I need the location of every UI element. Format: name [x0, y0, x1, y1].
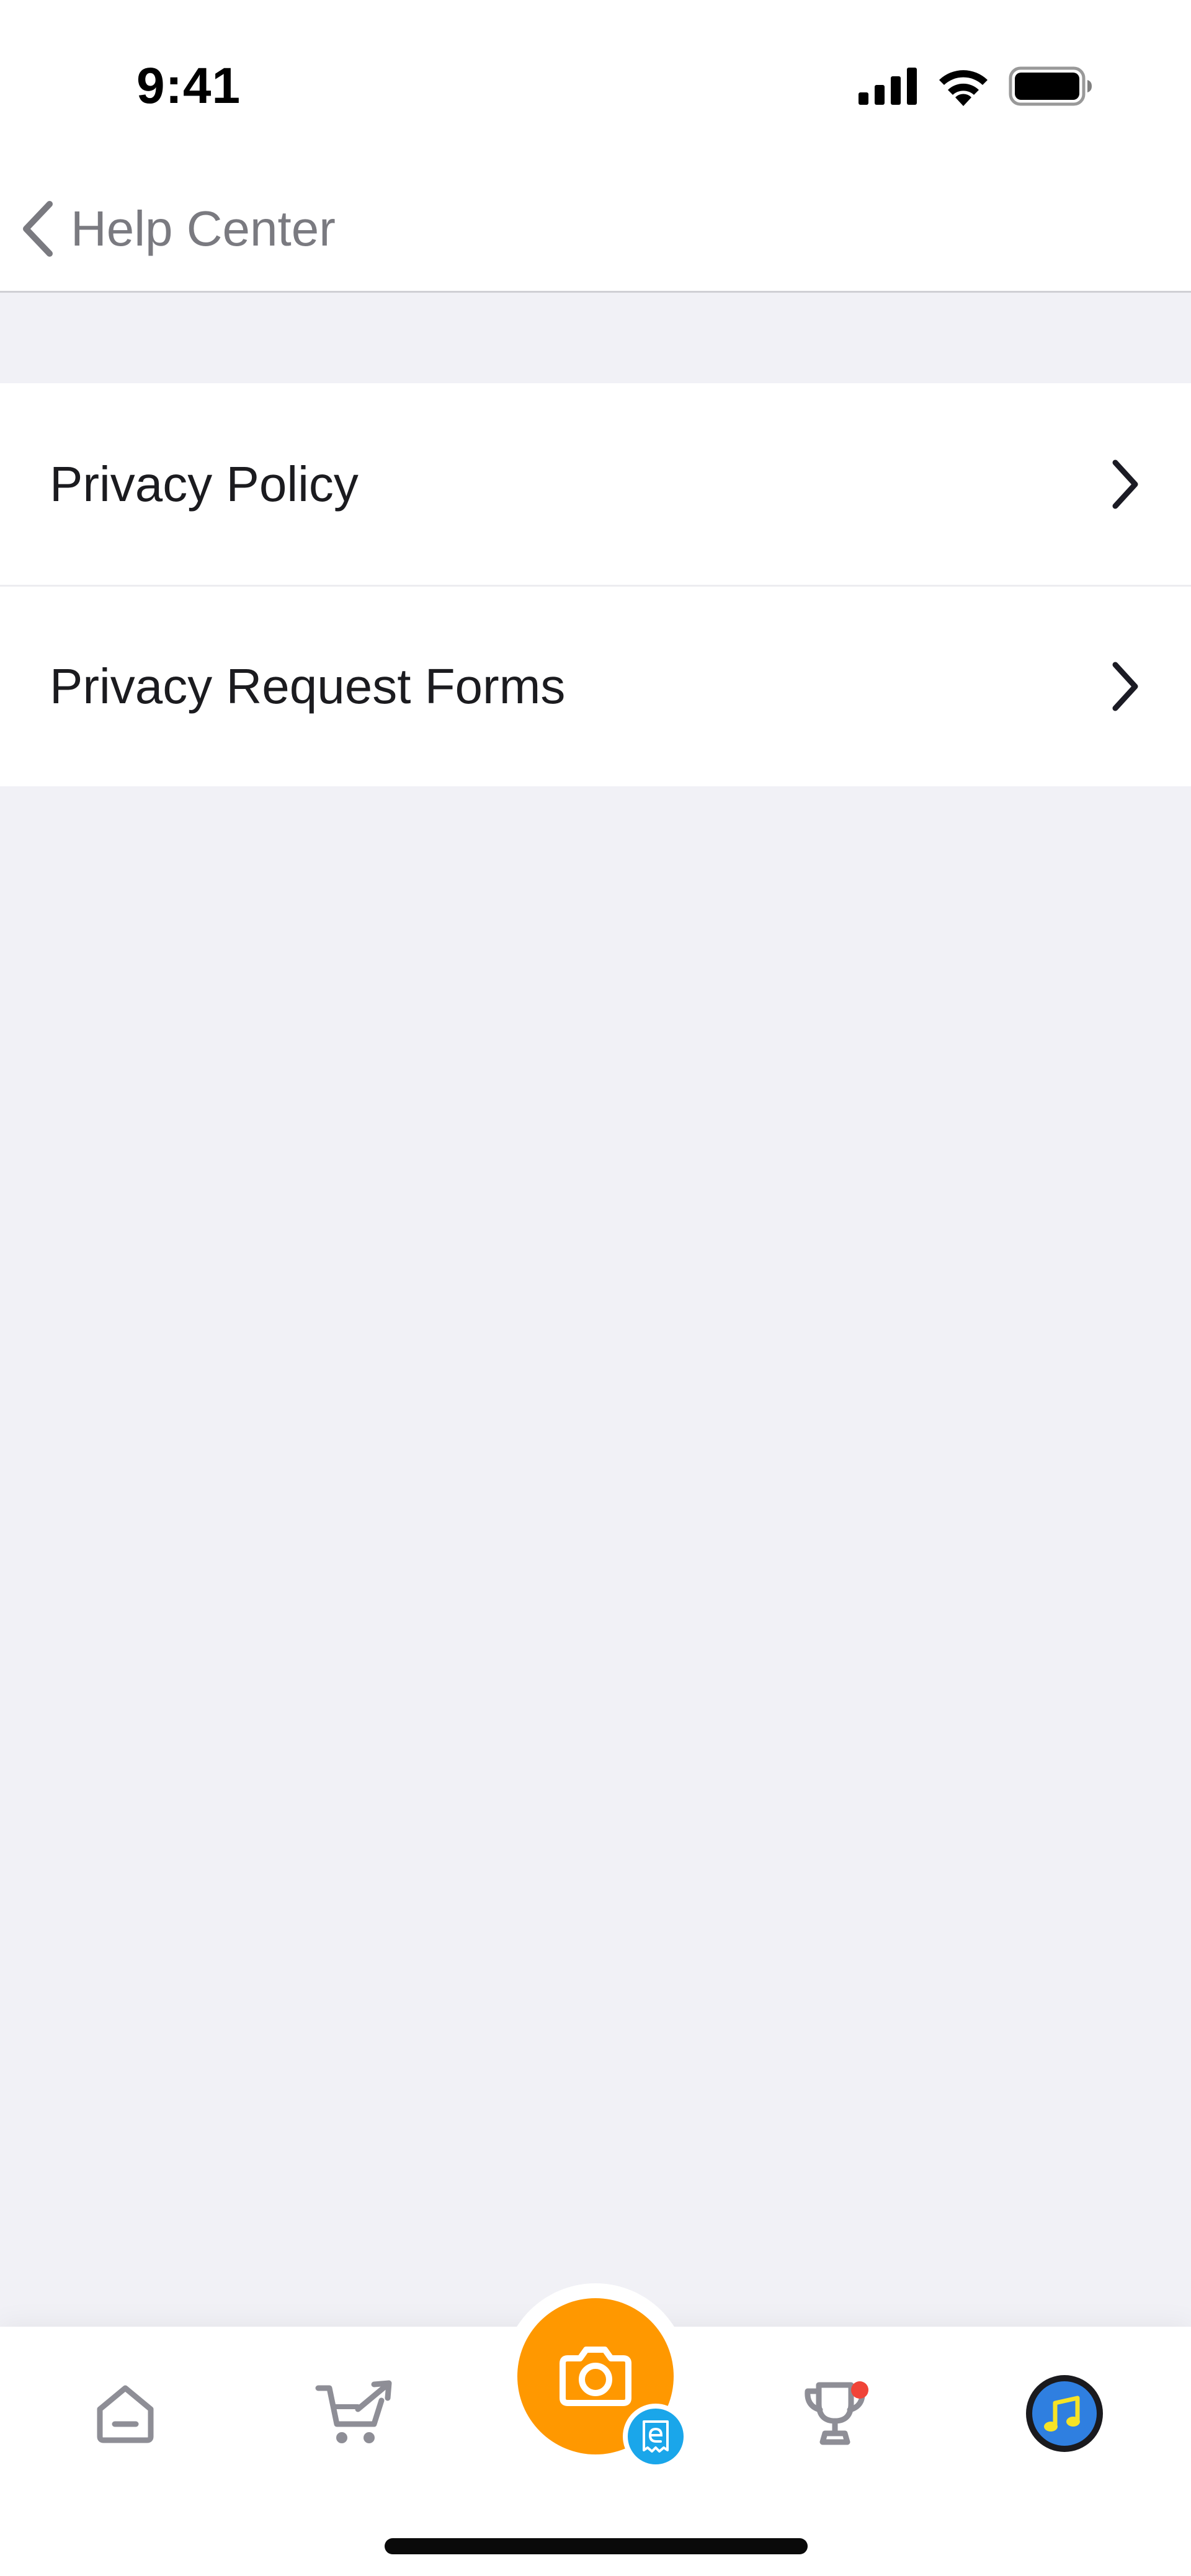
tab-profile[interactable] — [1015, 2364, 1114, 2463]
tab-rewards[interactable] — [785, 2364, 885, 2463]
battery-icon — [1009, 66, 1092, 106]
status-time: 9:41 — [136, 58, 241, 114]
tab-bar — [0, 2283, 1191, 2576]
privacy-menu-list: Privacy Policy Privacy Request Forms — [0, 383, 1191, 786]
list-item-label: Privacy Policy — [50, 456, 359, 512]
tab-shop[interactable] — [305, 2364, 404, 2463]
tab-home[interactable] — [76, 2364, 175, 2463]
home-icon — [97, 2385, 154, 2443]
status-bar: 9:41 — [0, 0, 1191, 167]
chevron-right-icon — [1112, 460, 1138, 509]
home-indicator — [385, 2538, 808, 2554]
back-label: Help Center — [71, 201, 336, 256]
cart-share-icon — [315, 2380, 392, 2443]
list-item-privacy-policy[interactable]: Privacy Policy — [0, 383, 1191, 585]
chevron-left-icon — [23, 201, 53, 257]
nav-header: Help Center — [0, 167, 1191, 293]
notification-dot — [851, 2381, 868, 2399]
cellular-signal-icon — [859, 68, 917, 105]
camera-tab-wrap — [502, 2283, 689, 2469]
chevron-right-icon — [1112, 662, 1138, 711]
ereceipt-badge — [623, 2404, 689, 2469]
wifi-icon — [939, 70, 988, 106]
ereceipt-icon — [643, 2420, 669, 2453]
list-item-privacy-request-forms[interactable]: Privacy Request Forms — [0, 585, 1191, 786]
status-icons — [859, 64, 1093, 108]
camera-icon — [560, 2347, 631, 2406]
back-button[interactable]: Help Center — [19, 195, 336, 263]
music-avatar-icon — [1026, 2375, 1103, 2452]
list-item-label: Privacy Request Forms — [50, 659, 566, 714]
